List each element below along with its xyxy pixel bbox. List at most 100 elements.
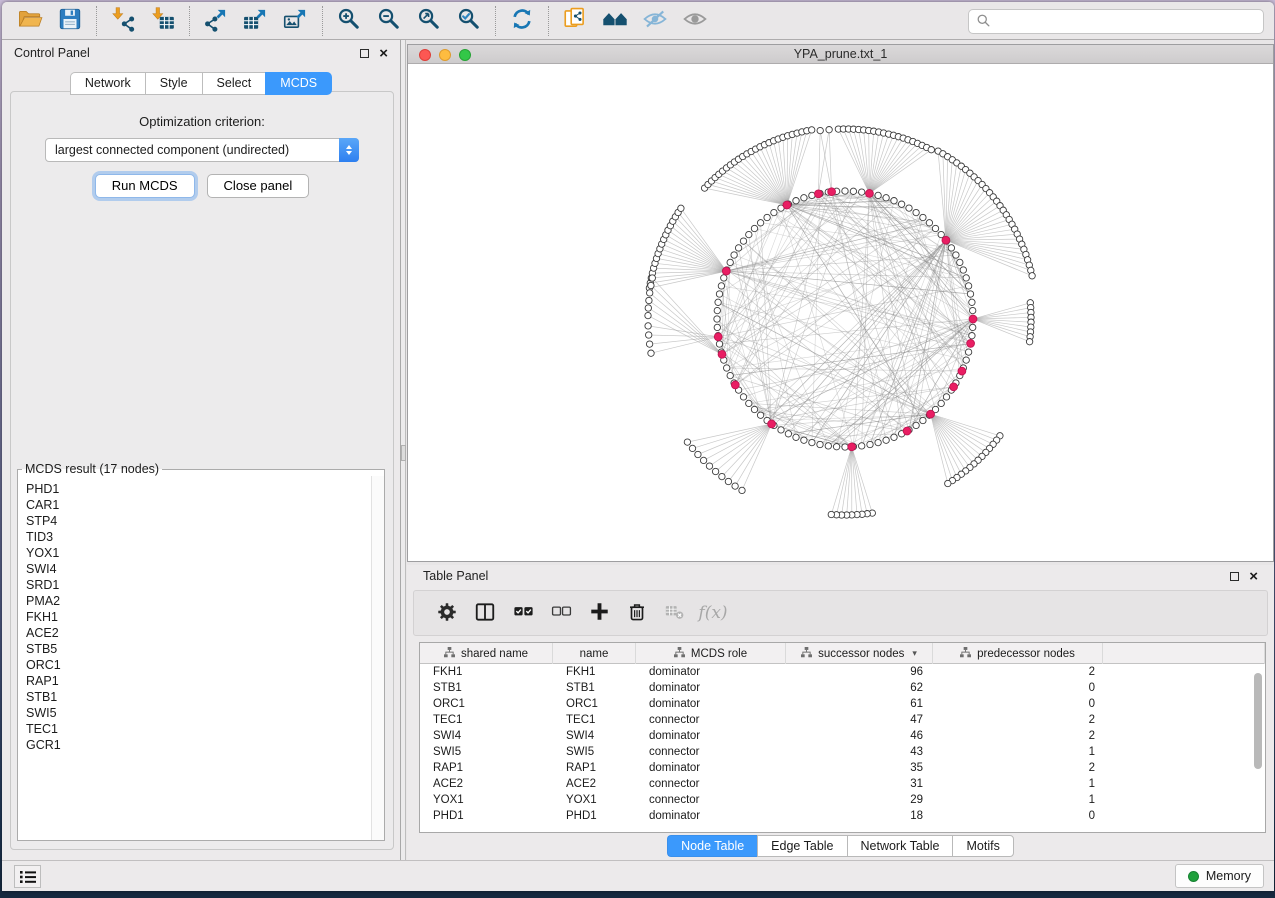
table-row[interactable]: SWI5SWI5connector431 [420, 744, 1265, 760]
close-window-icon[interactable] [419, 49, 431, 61]
memory-button[interactable]: Memory [1175, 864, 1264, 888]
table-cell: 43 [786, 744, 933, 760]
mcds-result-item[interactable]: CAR1 [26, 497, 370, 513]
select-all-columns-button[interactable] [504, 595, 542, 631]
mcds-list-scrollbar[interactable] [371, 476, 384, 840]
split-columns-button[interactable] [466, 595, 504, 631]
zoom-window-icon[interactable] [459, 49, 471, 61]
mcds-result-list[interactable]: PHD1CAR1STP4TID3YOX1SWI4SRD1PMA2FKH1ACE2… [19, 478, 370, 839]
mcds-result-item[interactable]: ACE2 [26, 625, 370, 641]
float-table-panel-icon[interactable] [1230, 572, 1239, 581]
export-image-button[interactable] [276, 5, 316, 37]
float-panel-icon[interactable] [360, 49, 369, 58]
zoom-fit-button[interactable] [409, 5, 449, 37]
mcds-result-item[interactable]: TID3 [26, 529, 370, 545]
zoom-out-button[interactable] [369, 5, 409, 37]
show-all-button[interactable] [675, 5, 715, 37]
tab-network[interactable]: Network [70, 72, 145, 95]
hide-selected-button[interactable] [635, 5, 675, 37]
minimize-window-icon[interactable] [439, 49, 451, 61]
mcds-result-item[interactable]: YOX1 [26, 545, 370, 561]
table-row[interactable]: SWI4SWI4dominator462 [420, 728, 1265, 744]
tab-network-table[interactable]: Network Table [847, 835, 953, 857]
tab-node-table[interactable]: Node Table [667, 835, 757, 857]
table-row[interactable]: ACE2ACE2connector311 [420, 776, 1265, 792]
column-header-MCDS-role[interactable]: MCDS role [636, 643, 786, 664]
column-header-name[interactable]: name [553, 643, 636, 664]
column-header-predecessor-nodes[interactable]: predecessor nodes [933, 643, 1103, 664]
task-history-button[interactable] [14, 865, 41, 888]
mcds-result-group: MCDS result (17 nodes) PHD1CAR1STP4TID3Y… [17, 462, 385, 841]
mcds-result-item[interactable]: SWI5 [26, 705, 370, 721]
table-cell: 31 [786, 776, 933, 792]
mcds-result-item[interactable]: STP4 [26, 513, 370, 529]
run-mcds-button[interactable]: Run MCDS [95, 174, 195, 198]
zoom-selected-button[interactable] [449, 5, 489, 37]
table-row[interactable]: ORC1ORC1dominator610 [420, 696, 1265, 712]
refresh-button[interactable] [502, 5, 542, 37]
close-table-panel-icon[interactable]: × [1249, 572, 1258, 581]
save-session-button[interactable] [50, 5, 90, 37]
table-cell: ORC1 [553, 696, 636, 712]
table-scrollbar[interactable] [1254, 673, 1262, 769]
tab-select[interactable]: Select [202, 72, 266, 95]
column-header-shared-name[interactable]: shared name [420, 643, 553, 664]
search-input[interactable] [996, 15, 1256, 29]
table-row[interactable]: STB1STB1dominator620 [420, 680, 1265, 696]
column-header-successor-nodes[interactable]: successor nodes▾ [786, 643, 933, 664]
status-bar: Memory [2, 860, 1274, 891]
table-cell: 18 [786, 808, 933, 824]
toolbar-separator [96, 6, 97, 36]
main-toolbar [2, 2, 1274, 40]
tab-edge-table[interactable]: Edge Table [757, 835, 846, 857]
table-row[interactable]: PHD1PHD1dominator180 [420, 808, 1265, 824]
import-table-button[interactable] [143, 5, 183, 37]
table-cell: dominator [636, 728, 786, 744]
mcds-result-item[interactable]: ORC1 [26, 657, 370, 673]
criterion-label: Optimization criterion: [11, 114, 393, 129]
mcds-result-item[interactable]: SWI4 [26, 561, 370, 577]
add-column-button[interactable] [580, 595, 618, 631]
mcds-result-item[interactable]: PHD1 [26, 481, 370, 497]
table-cell: SWI5 [420, 744, 553, 760]
table-cell: YOX1 [553, 792, 636, 808]
mcds-result-item[interactable]: STB5 [26, 641, 370, 657]
search-box[interactable] [968, 9, 1264, 34]
table-cell: 2 [933, 760, 1103, 776]
control-panel-title: Control Panel [14, 46, 90, 60]
zoom-in-button[interactable] [329, 5, 369, 37]
mcds-result-item[interactable]: PMA2 [26, 593, 370, 609]
import-network-icon [110, 6, 136, 35]
export-network-button[interactable] [196, 5, 236, 37]
table-cell: FKH1 [553, 664, 636, 680]
table-row[interactable]: RAP1RAP1dominator352 [420, 760, 1265, 776]
deselect-all-columns-button[interactable] [542, 595, 580, 631]
table-cell [1103, 792, 1265, 808]
first-neighbors-button[interactable] [595, 5, 635, 37]
tab-style[interactable]: Style [145, 72, 202, 95]
gear-button[interactable] [428, 595, 466, 631]
open-network-button[interactable] [10, 5, 50, 37]
import-network-button[interactable] [103, 5, 143, 37]
export-table-button[interactable] [236, 5, 276, 37]
criterion-value: largest connected component (undirected) [55, 143, 289, 157]
table-row[interactable]: TEC1TEC1connector472 [420, 712, 1265, 728]
tab-mcds[interactable]: MCDS [265, 72, 332, 95]
new-network-from-selection-button[interactable] [555, 5, 595, 37]
table-row[interactable]: YOX1YOX1connector291 [420, 792, 1265, 808]
network-window-titlebar[interactable]: YPA_prune.txt_1 [408, 45, 1273, 64]
delete-column-button[interactable] [618, 595, 656, 631]
criterion-select[interactable]: largest connected component (undirected) [45, 138, 359, 162]
mcds-result-item[interactable]: RAP1 [26, 673, 370, 689]
close-panel-icon[interactable]: × [379, 49, 388, 58]
mcds-result-item[interactable]: STB1 [26, 689, 370, 705]
mcds-result-item[interactable]: GCR1 [26, 737, 370, 753]
open-network-icon [17, 6, 43, 35]
mcds-result-item[interactable]: SRD1 [26, 577, 370, 593]
mcds-result-item[interactable]: TEC1 [26, 721, 370, 737]
close-panel-button[interactable]: Close panel [207, 174, 310, 198]
mcds-result-item[interactable]: FKH1 [26, 609, 370, 625]
network-view-canvas[interactable] [408, 65, 1273, 561]
table-row[interactable]: FKH1FKH1dominator962 [420, 664, 1265, 680]
tab-motifs[interactable]: Motifs [952, 835, 1013, 857]
